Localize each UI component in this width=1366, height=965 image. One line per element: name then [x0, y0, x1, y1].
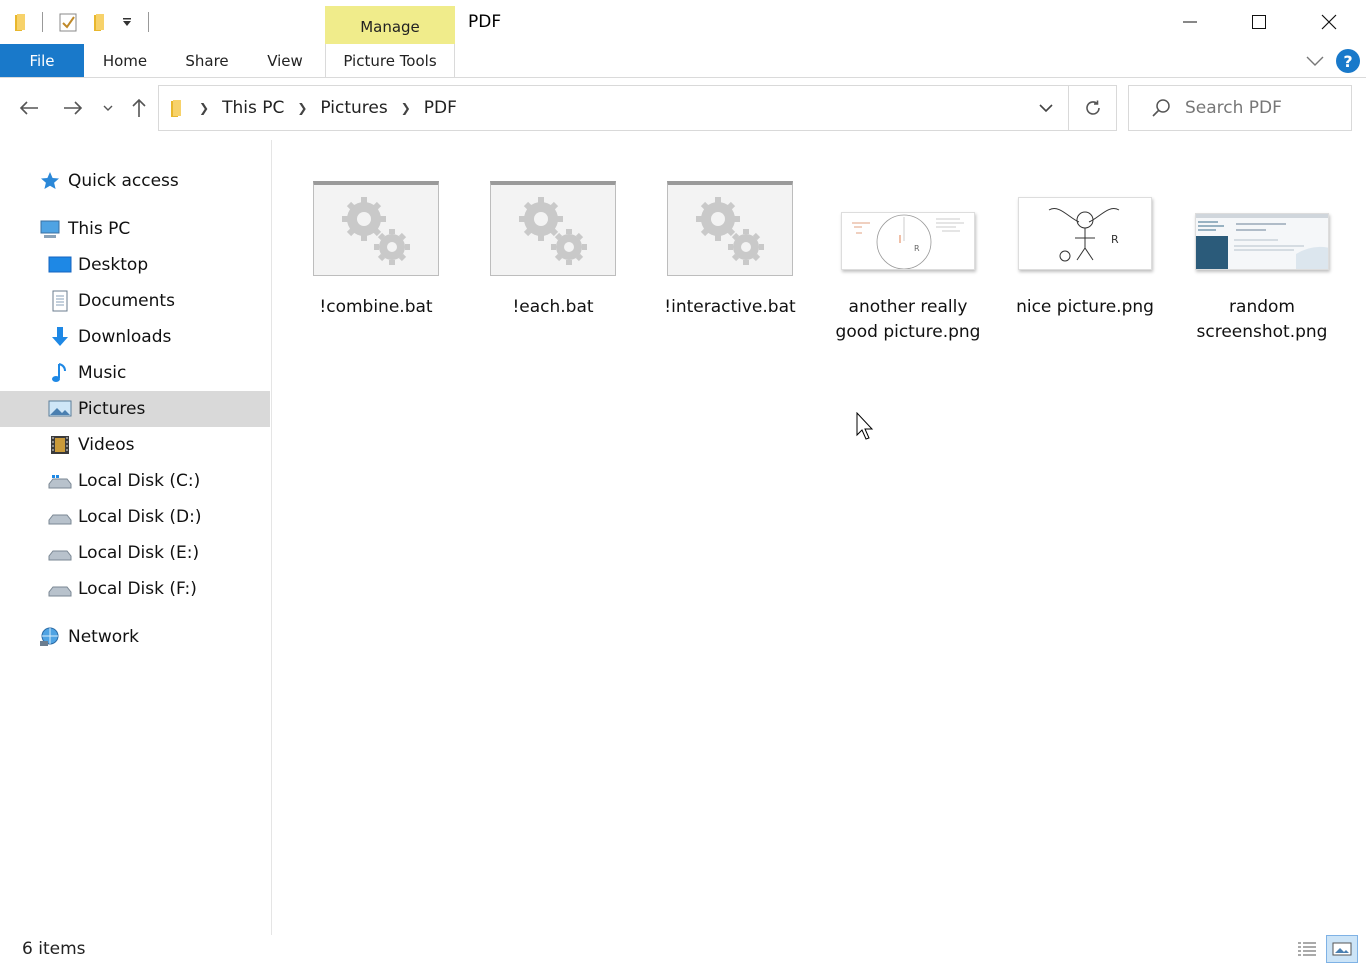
- nav-desktop[interactable]: Desktop: [0, 247, 270, 283]
- minimize-button[interactable]: [1155, 0, 1225, 44]
- ribbon-tab-bar: File Home Share View Picture Tools ?: [0, 44, 1366, 78]
- file-name: !each.bat: [512, 297, 594, 317]
- nav-label: Network: [68, 627, 139, 647]
- nav-label: Desktop: [78, 255, 149, 275]
- gears-icon: [313, 181, 439, 276]
- breadcrumb-pictures[interactable]: Pictures: [320, 98, 387, 118]
- nav-this-pc[interactable]: This PC: [0, 211, 270, 247]
- nav-videos[interactable]: Videos: [0, 427, 270, 463]
- item-count: 6 items: [22, 939, 86, 959]
- desktop-icon: [48, 253, 72, 277]
- image-thumbnail: [1195, 213, 1329, 270]
- drive-icon: [48, 541, 72, 565]
- nav-network[interactable]: Network: [0, 619, 270, 655]
- file-name: !combine.bat: [319, 297, 433, 317]
- manage-contextual-tab[interactable]: Manage: [325, 6, 455, 44]
- expand-ribbon-icon[interactable]: [1304, 52, 1326, 70]
- close-button[interactable]: [1294, 0, 1364, 44]
- network-icon: [38, 625, 62, 649]
- tab-file[interactable]: File: [0, 44, 84, 77]
- nav-label: Local Disk (D:): [78, 507, 202, 527]
- file-name: nice picture.png: [1016, 297, 1154, 317]
- window-title: PDF: [468, 12, 502, 32]
- tab-picture-tools[interactable]: Picture Tools: [325, 44, 455, 77]
- properties-icon[interactable]: [56, 10, 80, 34]
- nav-documents[interactable]: Documents: [0, 283, 270, 319]
- nav-local-disk-e[interactable]: Local Disk (E:): [0, 535, 270, 571]
- computer-icon: [38, 217, 62, 241]
- image-thumbnail: R: [841, 212, 975, 270]
- title-bar: Manage PDF: [0, 0, 1366, 44]
- chevron-right-icon[interactable]: ❯: [297, 101, 307, 115]
- search-input[interactable]: Search PDF: [1185, 98, 1282, 118]
- tab-view[interactable]: View: [258, 44, 312, 77]
- drive-icon: [48, 577, 72, 601]
- nav-label: Videos: [78, 435, 135, 455]
- nav-label: Local Disk (E:): [78, 543, 200, 563]
- details-view-icon[interactable]: [1292, 935, 1322, 963]
- nav-quick-access[interactable]: Quick access: [0, 163, 270, 199]
- nav-downloads[interactable]: Downloads: [0, 319, 270, 355]
- gears-icon: [490, 181, 616, 276]
- folder-icon[interactable]: [10, 10, 32, 34]
- search-box[interactable]: Search PDF: [1128, 85, 1352, 131]
- svg-text:R: R: [1111, 233, 1119, 246]
- nav-local-disk-f[interactable]: Local Disk (F:): [0, 571, 270, 607]
- svg-text:R: R: [914, 244, 920, 253]
- large-icons-view-icon[interactable]: [1326, 935, 1358, 963]
- gears-icon: [667, 181, 793, 276]
- music-note-icon: [48, 361, 72, 385]
- nav-label: Local Disk (C:): [78, 471, 201, 491]
- back-arrow-icon[interactable]: [14, 94, 44, 122]
- nav-label: Documents: [78, 291, 175, 311]
- maximize-button[interactable]: [1224, 0, 1294, 44]
- pictures-icon: [48, 397, 72, 421]
- file-name: random screenshot.png: [1196, 297, 1328, 342]
- system-drive-icon: [48, 469, 72, 493]
- status-bar: 6 items: [0, 935, 1366, 965]
- star-icon: [38, 169, 62, 193]
- file-name: another really good picture.png: [835, 297, 981, 342]
- nav-label: This PC: [68, 219, 131, 239]
- breadcrumb: ❯ This PC ❯ Pictures ❯ PDF: [169, 86, 466, 130]
- address-dropdown-chevron-icon[interactable]: [1025, 86, 1067, 130]
- nav-local-disk-d[interactable]: Local Disk (D:): [0, 499, 270, 535]
- help-icon[interactable]: ?: [1336, 49, 1360, 73]
- up-arrow-icon[interactable]: [126, 94, 152, 122]
- tab-share[interactable]: Share: [178, 44, 236, 77]
- chevron-right-icon[interactable]: ❯: [199, 101, 209, 115]
- breadcrumb-pdf[interactable]: PDF: [424, 98, 457, 118]
- nav-label: Quick access: [68, 171, 179, 191]
- breadcrumb-this-pc[interactable]: This PC: [222, 98, 284, 118]
- address-bar[interactable]: ❯ This PC ❯ Pictures ❯ PDF: [158, 85, 1117, 131]
- drive-icon: [48, 505, 72, 529]
- documents-icon: [48, 289, 72, 313]
- file-view: !combine.bat !each.bat !interactive.bat …: [273, 140, 1366, 935]
- navigation-pane: Quick access This PC Desktop Documents D…: [0, 140, 272, 935]
- download-arrow-icon: [48, 325, 72, 349]
- chevron-right-icon[interactable]: ❯: [401, 101, 411, 115]
- image-thumbnail: R: [1018, 197, 1152, 270]
- refresh-icon: [1086, 100, 1100, 115]
- customize-toolbar-icon[interactable]: [118, 10, 136, 34]
- search-icon: [1151, 98, 1171, 118]
- recent-locations-chevron-icon[interactable]: [98, 94, 118, 122]
- nav-label: Pictures: [78, 399, 146, 419]
- nav-music[interactable]: Music: [0, 355, 270, 391]
- nav-label: Music: [78, 363, 127, 383]
- file-name: !interactive.bat: [664, 297, 796, 317]
- tab-home[interactable]: Home: [96, 44, 154, 77]
- address-folder-icon: [169, 98, 185, 118]
- nav-label: Local Disk (F:): [78, 579, 197, 599]
- nav-label: Downloads: [78, 327, 172, 347]
- file-explorer-window: Manage PDF File Home Share View Picture …: [0, 0, 1366, 965]
- mouse-cursor-icon: [856, 411, 876, 446]
- film-strip-icon: [48, 433, 72, 457]
- nav-local-disk-c[interactable]: Local Disk (C:): [0, 463, 270, 499]
- nav-pictures[interactable]: Pictures: [0, 391, 270, 427]
- forward-arrow-icon[interactable]: [58, 94, 88, 122]
- new-folder-icon[interactable]: [88, 10, 112, 34]
- refresh-button[interactable]: [1068, 86, 1117, 130]
